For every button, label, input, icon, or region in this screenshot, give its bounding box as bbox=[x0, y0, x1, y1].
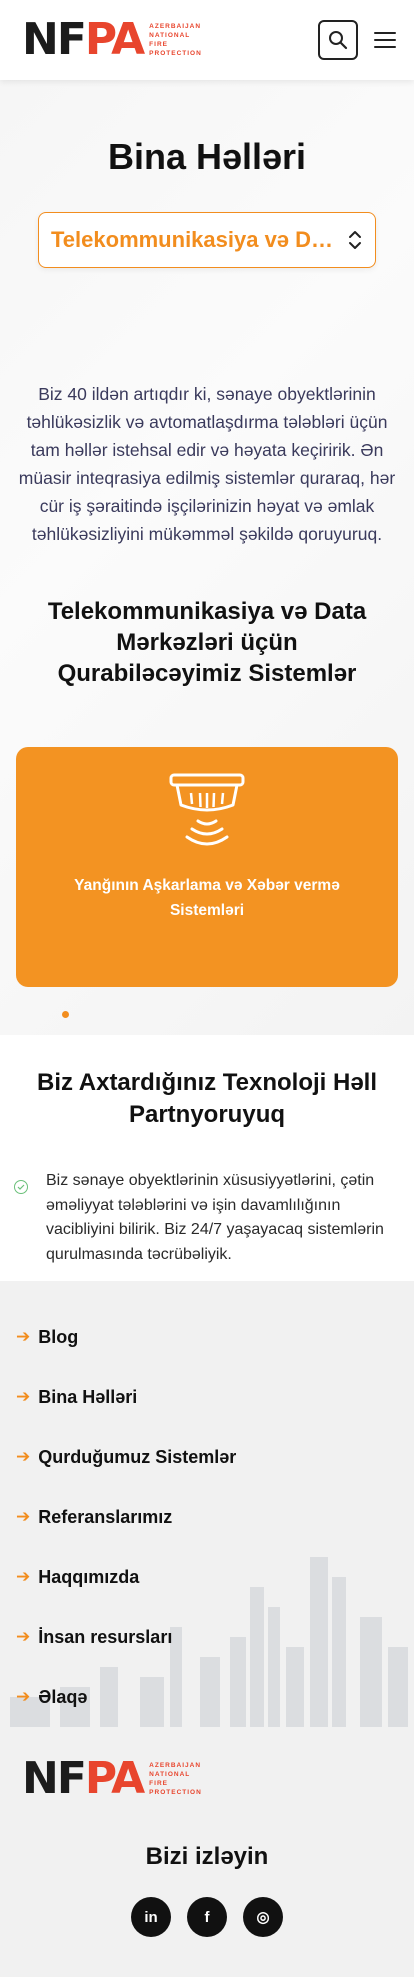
search-button[interactable] bbox=[318, 20, 358, 60]
arrow-right-icon: ➔ bbox=[16, 1387, 31, 1407]
nav-label: İnsan resursları bbox=[38, 1626, 173, 1647]
arrow-right-icon: ➔ bbox=[16, 1687, 31, 1707]
arrow-right-icon: ➔ bbox=[16, 1447, 31, 1467]
nav-label: Bina Həlləri bbox=[38, 1386, 138, 1407]
footer-nav-contact[interactable]: ➔ Əlaqə bbox=[0, 1667, 414, 1727]
arrow-right-icon: ➔ bbox=[16, 1627, 31, 1647]
footer-logo[interactable]: NFPA AZERBAIJAN NATIONAL FIRE PROTECTION bbox=[0, 1757, 414, 1801]
carousel-pagination bbox=[0, 987, 414, 1035]
arrow-right-icon: ➔ bbox=[16, 1507, 31, 1527]
hamburger-menu-icon[interactable] bbox=[374, 32, 396, 48]
category-select-value: Telekommunikasiya və Data Mərkəzləri bbox=[51, 227, 341, 252]
instagram-icon[interactable]: ◎ bbox=[243, 1897, 283, 1937]
logo-subtitle: AZERBAIJAN NATIONAL FIRE PROTECTION bbox=[149, 23, 202, 57]
chevron-up-down-icon bbox=[349, 231, 361, 249]
partner-section: Biz Axtardığınız Texnoloji Həll Partnyor… bbox=[0, 1035, 414, 1267]
footer-nav-building-solutions[interactable]: ➔ Bina Həlləri bbox=[0, 1367, 414, 1427]
linkedin-icon[interactable]: in bbox=[131, 1897, 171, 1937]
logo-mark: NFPA bbox=[22, 1753, 145, 1804]
header-actions bbox=[318, 20, 396, 60]
smoke-detector-icon bbox=[169, 773, 245, 846]
hero-section: Bina Həlləri Telekommunikasiya və Data M… bbox=[0, 80, 414, 1035]
nav-label: Əlaqə bbox=[38, 1686, 88, 1707]
arrow-right-icon: ➔ bbox=[16, 1327, 31, 1347]
arrow-right-icon: ➔ bbox=[16, 1567, 31, 1587]
footer-nav-about[interactable]: ➔ Haqqımızda bbox=[0, 1547, 414, 1607]
site-header: NFPA AZERBAIJAN NATIONAL FIRE PROTECTION bbox=[0, 0, 414, 80]
check-circle-icon bbox=[14, 1180, 28, 1194]
nav-label: Blog bbox=[38, 1326, 79, 1347]
carousel-dot-active[interactable] bbox=[62, 1011, 69, 1018]
social-links: in f ◎ bbox=[0, 1897, 414, 1937]
nav-label: Qurduğumuz Sistemlər bbox=[38, 1446, 237, 1467]
nfpa-logo[interactable]: NFPA AZERBAIJAN NATIONAL FIRE PROTECTION bbox=[22, 18, 202, 62]
logo-mark: NFPA bbox=[22, 14, 145, 65]
nav-label: Referanslarımız bbox=[38, 1506, 173, 1527]
footer-nav-blog[interactable]: ➔ Blog bbox=[0, 1307, 414, 1367]
footer-nav-references[interactable]: ➔ Referanslarımız bbox=[0, 1487, 414, 1547]
site-footer: NFPA AZERBAIJAN NATIONAL FIRE PROTECTION… bbox=[0, 1727, 414, 1977]
footer-nav: ➔ Blog ➔ Bina Həlləri ➔ Qurduğumuz Siste… bbox=[0, 1281, 414, 1727]
logo-subtitle: AZERBAIJAN NATIONAL FIRE PROTECTION bbox=[149, 1762, 202, 1796]
partner-title: Biz Axtardığınız Texnoloji Həll Partnyor… bbox=[36, 1069, 378, 1128]
nav-label: Haqqımızda bbox=[38, 1566, 140, 1587]
footer-nav-systems[interactable]: ➔ Qurduğumuz Sistemlər bbox=[0, 1427, 414, 1487]
page-title: Bina Həlləri bbox=[107, 136, 307, 177]
partner-text: Biz sənaye obyektlərinin xüsusiyyətlərin… bbox=[46, 1172, 384, 1263]
system-card-label: Yanğının Aşkarlama və Xəbər vermə Sistem… bbox=[74, 877, 340, 919]
facebook-icon[interactable]: f bbox=[187, 1897, 227, 1937]
system-card[interactable]: Yanğının Aşkarlama və Xəbər vermə Sistem… bbox=[16, 747, 398, 987]
partner-item: Biz sənaye obyektlərinin xüsusiyyətlərin… bbox=[0, 1131, 414, 1267]
footer-nav-hr[interactable]: ➔ İnsan resursları bbox=[0, 1607, 414, 1667]
follow-title: Bizi izləyin bbox=[145, 1843, 269, 1870]
category-select[interactable]: Telekommunikasiya və Data Mərkəzləri bbox=[38, 212, 376, 268]
intro-text: Biz 40 ildən artıqdır ki, sənaye obyektl… bbox=[18, 384, 396, 544]
systems-carousel: Yanğının Aşkarlama və Xəbər vermə Sistem… bbox=[0, 689, 414, 987]
search-icon bbox=[329, 31, 348, 50]
systems-title: Telekommunikasiya və Data Mərkəzləri üçü… bbox=[47, 598, 367, 687]
